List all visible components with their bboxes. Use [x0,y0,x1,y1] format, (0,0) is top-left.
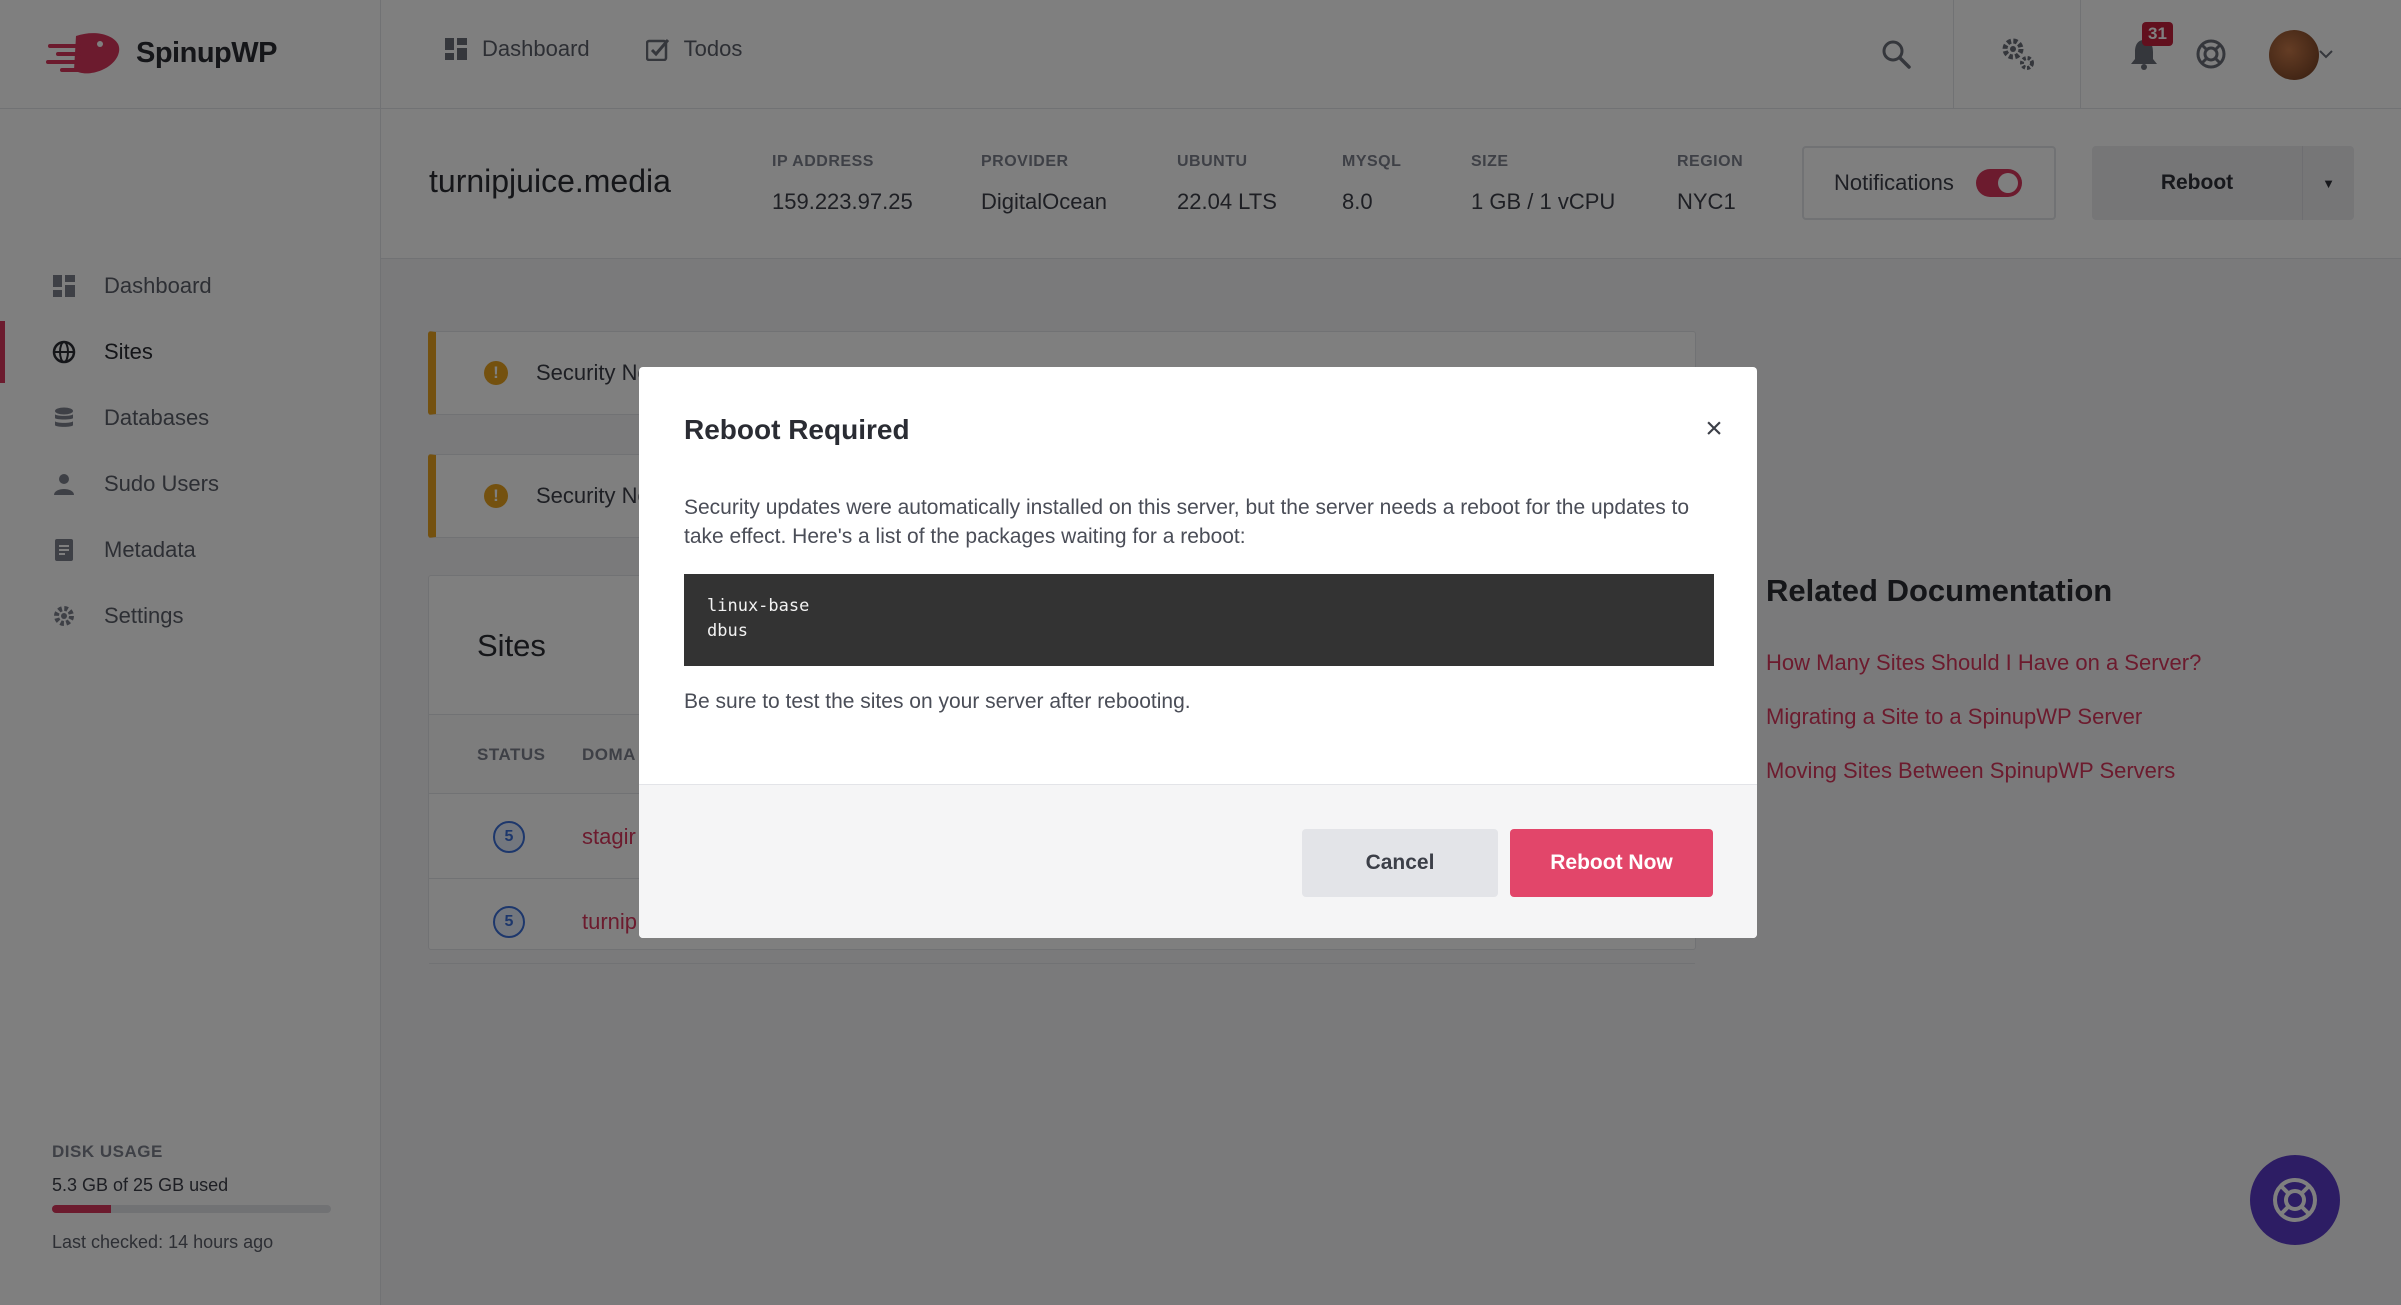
modal-note: Be sure to test the sites on your server… [684,690,1191,713]
package-name: linux-base [707,596,810,616]
modal-title: Reboot Required [684,414,910,445]
reboot-now-button[interactable]: Reboot Now [1510,829,1713,897]
package-name: dbus [707,621,748,641]
cancel-button[interactable]: Cancel [1302,829,1498,897]
reboot-required-modal: Reboot Required × Security updates were … [639,367,1757,938]
close-icon[interactable]: × [1694,409,1734,449]
packages-code-block: linux-base dbus [684,574,1714,666]
modal-footer: Cancel Reboot Now [639,784,1757,938]
modal-description: Security updates were automatically inst… [684,496,1690,548]
